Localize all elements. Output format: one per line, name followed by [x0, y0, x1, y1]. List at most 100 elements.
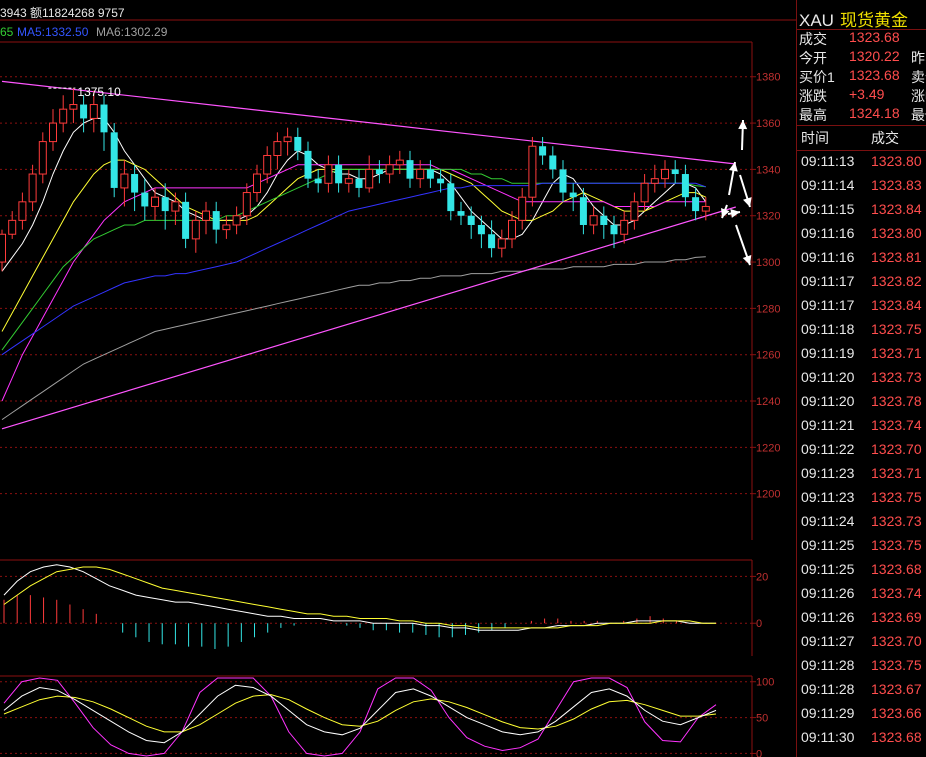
tick-time: 09:11:16: [801, 225, 855, 241]
quote-value: 1323.68: [849, 67, 900, 83]
candle-body-up: [701, 205, 710, 212]
tick-price: 1323.83: [871, 177, 922, 193]
tick-time: 09:11:27: [801, 633, 855, 649]
candle-body-up: [640, 182, 649, 203]
price-tick-label: 1280: [756, 303, 780, 315]
candle-body-down: [467, 215, 475, 225]
candle-body-up: [38, 141, 47, 175]
tick-time: 09:11:22: [801, 441, 855, 457]
price-tick-label: 1200: [756, 489, 780, 501]
candle-body-down: [406, 160, 414, 179]
candle-body-up: [151, 196, 159, 207]
quote-label: 涨跌: [799, 88, 827, 104]
peak-annotation-label: 1375.10: [77, 85, 121, 99]
tick-time: 09:11:13: [801, 153, 855, 169]
candle-body-up: [232, 215, 241, 226]
candle-body-up: [69, 104, 78, 110]
quote-label2: 昨收: [911, 50, 926, 66]
price-tick-label: 1340: [756, 164, 780, 176]
candle-body-down: [355, 178, 363, 188]
tick-price: 1323.80: [871, 225, 922, 241]
tick-price: 1323.74: [871, 585, 922, 601]
candle-body-down: [294, 136, 302, 151]
breakout-arrow-head: [730, 209, 740, 218]
candle-body-up: [59, 108, 68, 124]
candle-body-up: [8, 219, 17, 235]
candle-body-up: [120, 173, 129, 189]
candle-body-down: [375, 169, 383, 175]
tick-price: 1323.84: [871, 201, 922, 217]
tick-price: 1323.71: [871, 345, 922, 361]
price-tick-label: 1300: [756, 257, 780, 269]
tick-time: 09:11:24: [801, 513, 855, 529]
ticks-price-header: 成交: [871, 130, 899, 146]
quote-value: 1323.68: [849, 29, 900, 45]
tick-price: 1323.70: [871, 441, 922, 457]
divider: [797, 150, 926, 151]
candle-body-up: [273, 141, 282, 156]
quote-title: XAU 现货黄金: [799, 6, 908, 31]
tick-time: 09:11:30: [801, 729, 855, 745]
candle-body-up: [416, 168, 425, 180]
chart-svg[interactable]: 1200 1220 1240 1260 1280 1300 1320 1340 1360 1380…: [0, 0, 796, 757]
candle-body-down: [681, 174, 689, 198]
chart-area[interactable]: 1200 1220 1240 1260 1280 1300 1320 1340 1360 1380…: [0, 0, 796, 757]
tick-time: 09:11:26: [801, 585, 855, 601]
kdj-tick-label: 0: [756, 748, 762, 757]
candle-body-up: [222, 224, 231, 231]
quote-label: 最高: [799, 107, 827, 123]
tick-price: 1323.84: [871, 297, 922, 313]
candle-body-up: [395, 159, 404, 166]
tick-price: 1323.66: [871, 705, 922, 721]
candle-body-up: [253, 173, 261, 194]
candle-body-down: [692, 197, 700, 212]
tick-time: 09:11:14: [801, 177, 855, 193]
tick-time: 09:11:21: [801, 417, 855, 433]
tick-time: 09:11:16: [801, 249, 855, 265]
quote-label2: 最低: [911, 107, 926, 123]
candle-body-up: [589, 215, 598, 226]
breakout-arrow-head: [738, 120, 748, 130]
tick-price: 1323.82: [871, 273, 922, 289]
candle-body-down: [600, 215, 608, 225]
kdj-k-line: [3, 684, 717, 744]
candle-body-up: [283, 136, 292, 143]
candle-body-up: [191, 219, 200, 240]
candle-body-up: [49, 122, 57, 143]
kdj-tick-label: 100: [756, 677, 774, 689]
candle-body-up: [242, 192, 251, 217]
tick-time: 09:11:18: [801, 321, 855, 337]
tick-price: 1323.68: [871, 729, 922, 745]
tick-price: 1323.78: [871, 393, 922, 409]
candle-body-down: [477, 224, 485, 235]
candle-body-up: [620, 219, 629, 235]
quote-value: 1320.22: [849, 48, 900, 64]
candle-body-up: [344, 178, 353, 184]
kdj-tick-label: 50: [756, 713, 768, 725]
macd-tick-label: 0: [756, 618, 762, 630]
candle-body-down: [304, 150, 312, 179]
quote-label2: 卖价: [911, 69, 926, 85]
tick-time: 09:11:20: [801, 393, 855, 409]
quote-label: 成交: [799, 31, 827, 47]
candle-body-up: [202, 210, 210, 221]
tick-time: 09:11:19: [801, 345, 855, 361]
candle-body-down: [426, 169, 434, 179]
tick-price: 1323.73: [871, 513, 922, 529]
candle-body-down: [457, 211, 465, 216]
quote-label: 买价1: [799, 69, 835, 85]
tick-price: 1323.75: [871, 537, 922, 553]
divider: [797, 125, 926, 126]
candle-body-down: [141, 192, 149, 207]
ma5-label: MA5:1332.50: [17, 25, 89, 39]
candle-body-down: [161, 197, 169, 212]
tick-time: 09:11:29: [801, 705, 855, 721]
candle-body-down: [212, 211, 220, 230]
candle-body-up: [497, 238, 506, 249]
price-tick-label: 1220: [756, 442, 780, 454]
candle-body-down: [569, 192, 577, 198]
tick-time: 09:11:28: [801, 657, 855, 673]
candle-body-up: [28, 173, 37, 203]
candle-body-down: [579, 197, 587, 225]
tick-time: 09:11:25: [801, 537, 855, 553]
